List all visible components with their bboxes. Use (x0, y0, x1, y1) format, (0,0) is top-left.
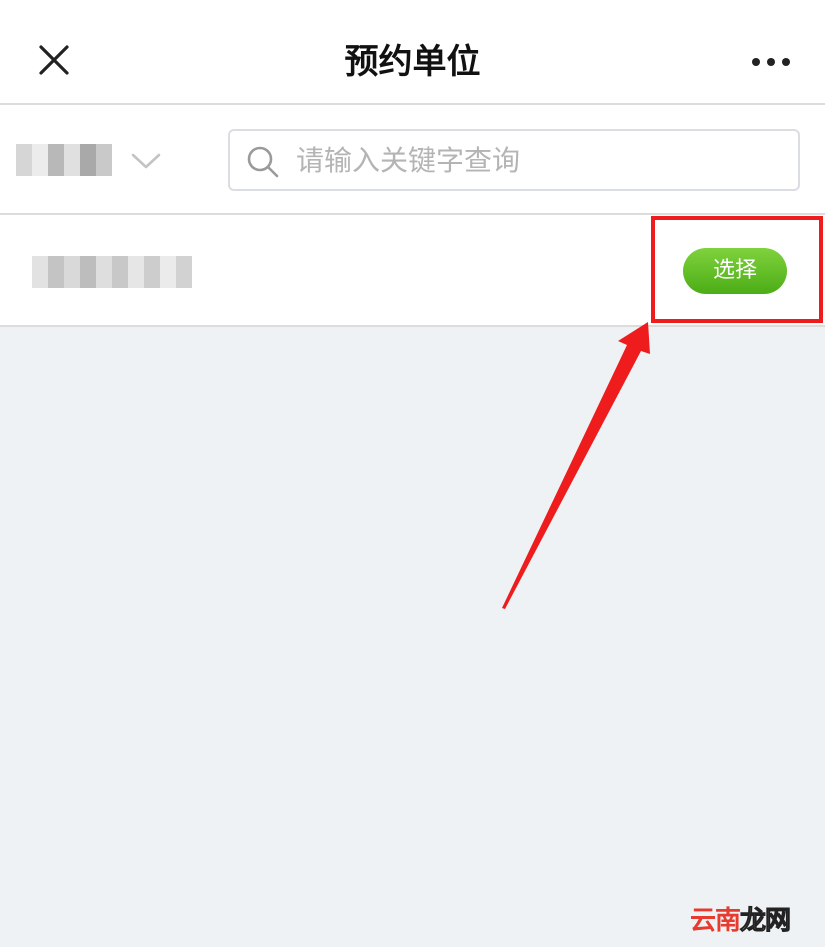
region-dropdown[interactable] (14, 135, 174, 185)
watermark-part2: 龙网 (740, 906, 792, 937)
filter-bar (0, 105, 825, 215)
select-button[interactable]: 选择 (683, 248, 787, 294)
chevron-down-icon (131, 153, 161, 169)
close-button[interactable] (30, 38, 78, 86)
list-item: 选择 (0, 215, 825, 327)
more-horizontal-icon (752, 58, 790, 66)
watermark-part1: 云南 (690, 906, 741, 936)
watermark-logo: 云南龙网 (690, 900, 792, 937)
unit-name-redacted (32, 256, 192, 288)
close-icon (39, 45, 69, 75)
search-icon (247, 146, 279, 178)
search-box[interactable] (228, 129, 800, 191)
search-input[interactable] (296, 137, 786, 183)
more-button[interactable] (740, 42, 800, 82)
region-value-redacted (16, 144, 112, 176)
page-title: 预约单位 (344, 42, 481, 82)
nav-header: 预约单位 (0, 0, 825, 105)
